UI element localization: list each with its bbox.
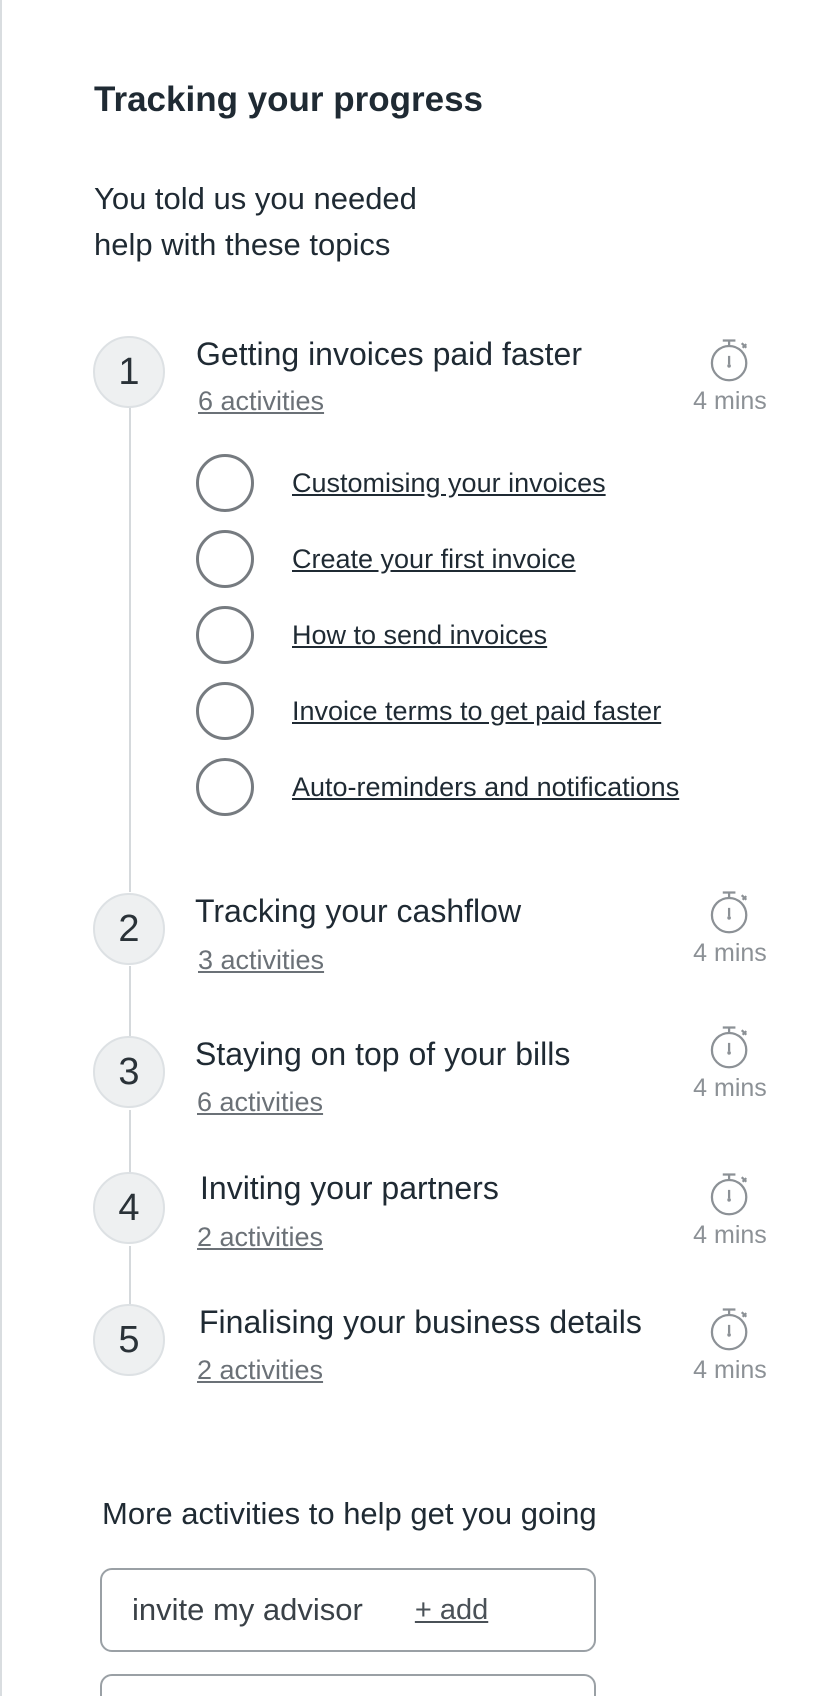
- topic-title[interactable]: Staying on top of your bills: [195, 1036, 570, 1073]
- duration-label: 4 mins: [693, 939, 767, 967]
- duration: 4 mins: [690, 1305, 770, 1385]
- step-number: 2: [93, 893, 165, 965]
- activity-item[interactable]: Customising your invoices: [196, 453, 606, 513]
- topic-title[interactable]: Getting invoices paid faster: [196, 336, 582, 373]
- topic-title[interactable]: Tracking your cashflow: [195, 893, 521, 930]
- activity-link[interactable]: Customising your invoices: [292, 468, 606, 499]
- duration-label: 4 mins: [693, 1221, 767, 1249]
- stopwatch-icon: [710, 1173, 748, 1216]
- empty-circle-icon[interactable]: [196, 606, 254, 664]
- duration-label: 4 mins: [693, 1356, 767, 1384]
- page-title: Tracking your progress: [94, 80, 484, 119]
- topic-title[interactable]: Inviting your partners: [200, 1170, 499, 1207]
- more-activities-heading: More activities to help get you going: [102, 1496, 597, 1531]
- timeline-rail: [129, 966, 131, 1040]
- activity-link[interactable]: Invoice terms to get paid faster: [292, 696, 661, 727]
- timeline-rail: [129, 1246, 131, 1308]
- activity-item[interactable]: Create your first invoice: [196, 529, 576, 589]
- step-number: 4: [93, 1172, 165, 1244]
- activity-link[interactable]: How to send invoices: [292, 620, 547, 651]
- duration-label: 4 mins: [693, 387, 767, 415]
- activity-item[interactable]: Invoice terms to get paid faster: [196, 681, 661, 741]
- add-activity-link[interactable]: + add: [415, 1594, 488, 1627]
- suggested-activity-card: [100, 1674, 596, 1696]
- empty-circle-icon[interactable]: [196, 682, 254, 740]
- step-number: 1: [93, 336, 165, 408]
- activities-count-link[interactable]: 2 activities: [197, 1355, 323, 1386]
- empty-circle-icon[interactable]: [196, 530, 254, 588]
- activities-count-link[interactable]: 3 activities: [198, 945, 324, 976]
- timeline-rail: [129, 380, 131, 892]
- stopwatch-icon: [710, 891, 748, 934]
- empty-circle-icon[interactable]: [196, 454, 254, 512]
- duration-label: 4 mins: [693, 1074, 767, 1102]
- progress-page: Tracking your progress You told us you n…: [0, 0, 838, 1696]
- activity-item[interactable]: How to send invoices: [196, 605, 547, 665]
- stopwatch-icon: [710, 1026, 748, 1069]
- activities-count-link[interactable]: 6 activities: [198, 386, 324, 417]
- empty-circle-icon[interactable]: [196, 758, 254, 816]
- suggested-activity-card: invite my advisor + add: [100, 1568, 596, 1652]
- step-number: 5: [93, 1304, 165, 1376]
- activities-count-link[interactable]: 6 activities: [197, 1087, 323, 1118]
- duration: 4 mins: [690, 888, 770, 968]
- duration: 4 mins: [690, 1023, 770, 1103]
- activity-link[interactable]: Create your first invoice: [292, 544, 576, 575]
- step-number: 3: [93, 1036, 165, 1108]
- duration: 4 mins: [690, 1170, 770, 1250]
- duration: 4 mins: [690, 336, 770, 416]
- activity-link[interactable]: Auto-reminders and notifications: [292, 772, 679, 803]
- suggested-activity-label: invite my advisor: [132, 1592, 363, 1627]
- activity-item[interactable]: Auto-reminders and notifications: [196, 757, 679, 817]
- topic-title[interactable]: Finalising your business details: [199, 1304, 642, 1341]
- stopwatch-icon: [710, 339, 748, 382]
- stopwatch-icon: [710, 1308, 748, 1351]
- timeline-rail: [129, 1110, 131, 1176]
- activities-count-link[interactable]: 2 activities: [197, 1222, 323, 1253]
- intro-text: You told us you needed help with these t…: [94, 181, 417, 262]
